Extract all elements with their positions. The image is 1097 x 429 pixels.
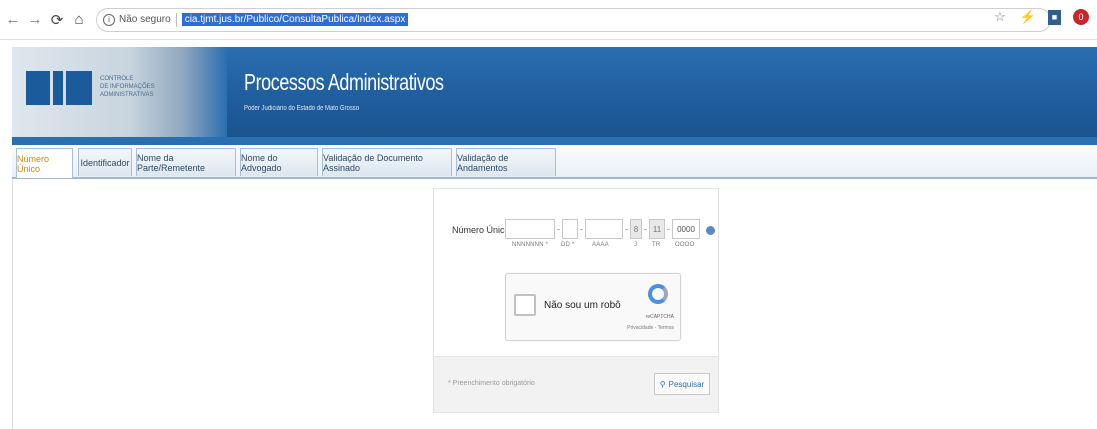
tab-nome-advogado[interactable]: Nome do Advogado [240, 148, 318, 176]
tab-bar-strip [12, 137, 1097, 145]
dash: - [644, 224, 647, 234]
dash: - [625, 224, 628, 234]
address-separator [175, 12, 177, 27]
browser-toolbar: ← → ⟳ ⌂ i Não seguro cia.tjmt.jus.br/Pub… [0, 0, 1097, 40]
required-note: * Preenchimento obrigatório [448, 380, 535, 387]
hint-dd: DD * [561, 242, 575, 248]
dash: - [667, 224, 670, 234]
security-label: Não seguro [119, 14, 171, 25]
recaptcha-widget: Não sou um robô reCAPTCHA Privacidade - … [505, 273, 681, 341]
profile-icon[interactable]: 0 [1073, 9, 1089, 25]
org-name: CONTROLE DE INFORMAÇÕES ADMINISTRATIVAS [100, 76, 155, 98]
field-tr: 11 [649, 219, 665, 239]
tab-numero-unico[interactable]: Número Único [16, 148, 73, 178]
hint-aaaa: AAAA [592, 242, 609, 248]
hint-j: J [634, 242, 638, 248]
star-icon[interactable]: ☆ [992, 9, 1008, 25]
tab-bar: Número Único Identificador Nome da Parte… [12, 137, 1097, 179]
field-aaaa[interactable] [585, 219, 623, 239]
page-title: Processos Administrativos [244, 69, 444, 95]
extension-icon[interactable]: ■ [1048, 9, 1061, 25]
tab-validacao-documento[interactable]: Validação de Documento Assinado [322, 148, 452, 176]
back-icon[interactable]: ← [4, 9, 22, 31]
numero-unico-label: Número Único: [452, 225, 513, 235]
home-icon[interactable]: ⌂ [70, 9, 88, 31]
recaptcha-label: Não sou um robô [544, 300, 621, 311]
field-dd[interactable] [562, 219, 578, 239]
help-icon[interactable] [706, 226, 715, 235]
hint-tr: TR [652, 242, 661, 248]
recaptcha-logo-icon [648, 284, 668, 304]
dash: - [580, 224, 583, 234]
hint-nnnnnnn: NNNNNNN * [512, 242, 549, 248]
cia-logo [26, 67, 94, 109]
field-oooo[interactable]: 0000 [672, 219, 700, 239]
tab-identificador[interactable]: Identificador [78, 148, 132, 176]
content-border [12, 179, 13, 429]
search-form: Número Único: - - - 8 - 11 - 0000 NNNNNN… [433, 188, 719, 413]
tab-validacao-andamentos[interactable]: Validação de Andamentos [456, 148, 556, 176]
search-icon: ⚲ [659, 379, 666, 389]
tab-nome-parte[interactable]: Nome da Parte/Remetente [136, 148, 236, 176]
page-subtitle: Poder Judiciário do Estado de Mato Gross… [244, 105, 360, 112]
field-j: 8 [630, 219, 642, 239]
hint-oooo: OOOO [675, 242, 695, 248]
search-button[interactable]: ⚲ Pesquisar [654, 373, 710, 395]
field-nnnnnnn[interactable] [505, 219, 555, 239]
forward-icon[interactable]: → [26, 9, 44, 31]
site-header: CONTROLE DE INFORMAÇÕES ADMINISTRATIVAS … [12, 47, 1097, 137]
recaptcha-checkbox[interactable] [514, 294, 536, 316]
address-bar[interactable]: i Não seguro cia.tjmt.jus.br/Publico/Con… [96, 7, 1051, 32]
reload-icon[interactable]: ⟳ [48, 9, 66, 31]
search-button-label: Pesquisar [668, 379, 705, 389]
lightning-icon[interactable]: ⚡ [1020, 9, 1036, 25]
url-text[interactable]: cia.tjmt.jus.br/Publico/ConsultaPublica/… [181, 13, 409, 26]
dash: - [557, 224, 560, 234]
recaptcha-brand: reCAPTCHA [645, 314, 674, 320]
info-icon[interactable]: i [103, 13, 115, 26]
recaptcha-privacy-links[interactable]: Privacidade - Termos [627, 325, 674, 331]
